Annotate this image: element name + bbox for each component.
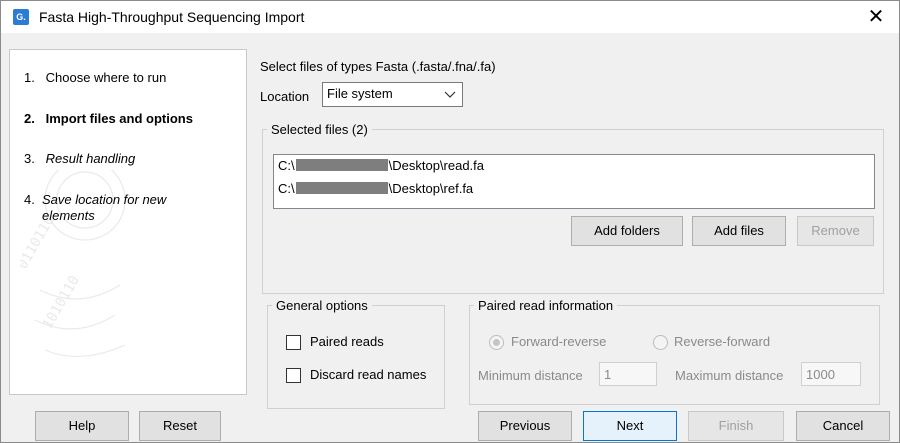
main-panel: Select files of types Fasta (.fasta/.fna… — [253, 49, 893, 409]
step-import-files-and-options: 2. Import files and options — [24, 111, 193, 126]
add-folders-button[interactable]: Add folders — [571, 216, 683, 246]
app-logo-icon: G. — [13, 9, 29, 25]
chevron-down-icon — [444, 86, 456, 105]
paired-read-information-legend: Paired read information — [478, 298, 614, 313]
redacted-text — [295, 182, 388, 194]
list-item[interactable]: C:\ \Desktop\read.fa — [278, 158, 484, 173]
dialog-footer: Help Reset Previous Next Finish Cancel — [1, 401, 899, 443]
close-icon: ✕ — [867, 6, 885, 28]
svg-text:1010110: 1010110 — [40, 273, 83, 332]
finish-button[interactable]: Finish — [688, 411, 784, 441]
step-label: Result handling — [45, 151, 136, 166]
selected-files-group: Selected files (2) C:\ \Desktop\read.fa C… — [262, 122, 884, 294]
minimum-distance-label: Minimum distance — [478, 368, 583, 383]
paired-reads-checkbox[interactable] — [286, 335, 301, 350]
step-number: 1. — [24, 70, 35, 85]
title-bar: G. Fasta High-Throughput Sequencing Impo… — [1, 1, 899, 33]
previous-button[interactable]: Previous — [478, 411, 572, 441]
help-button[interactable]: Help — [35, 411, 129, 441]
step-choose-where-to-run: 1. Choose where to run — [24, 70, 166, 85]
file-path-prefix: C:\ — [278, 158, 295, 173]
general-options-group: General options Paired reads Discard rea… — [267, 298, 445, 409]
selected-files-legend: Selected files (2) — [271, 122, 368, 137]
step-label: Choose where to run — [45, 70, 167, 85]
selected-files-list[interactable]: C:\ \Desktop\read.fa C:\ \Desktop\ref.fa — [273, 154, 875, 209]
step-result-handling: 3. Result handling — [24, 151, 135, 166]
file-path-suffix: \Desktop\read.fa — [388, 158, 485, 173]
step-number: 4. — [24, 192, 35, 207]
step-number: 3. — [24, 151, 35, 166]
reverse-forward-radio[interactable] — [653, 335, 668, 350]
paired-reads-label[interactable]: Paired reads — [310, 334, 384, 349]
location-value: File system — [327, 86, 393, 101]
reverse-forward-label[interactable]: Reverse-forward — [674, 334, 770, 349]
maximum-distance-input[interactable]: 1000 — [801, 362, 861, 386]
remove-button[interactable]: Remove — [797, 216, 874, 246]
next-button[interactable]: Next — [583, 411, 677, 441]
file-path-suffix: \Desktop\ref.fa — [388, 181, 474, 196]
import-dialog: G. Fasta High-Throughput Sequencing Impo… — [0, 0, 900, 443]
step-label: Import files and options — [45, 111, 193, 126]
step-number: 2. — [24, 111, 35, 126]
general-options-legend: General options — [276, 298, 368, 313]
minimum-distance-input[interactable]: 1 — [599, 362, 657, 386]
maximum-distance-label: Maximum distance — [675, 368, 784, 383]
redacted-text — [295, 159, 388, 171]
step-save-location: 4. Save location for new elements — [24, 192, 214, 224]
forward-reverse-label[interactable]: Forward-reverse — [511, 334, 606, 349]
location-select[interactable]: File system — [322, 82, 463, 107]
step-label: Save location for new elements — [42, 192, 167, 223]
window-title: Fasta High-Throughput Sequencing Import — [39, 9, 305, 25]
discard-read-names-label[interactable]: Discard read names — [310, 367, 426, 382]
paired-read-information-group: Paired read information Forward-reverse … — [469, 298, 880, 405]
location-label: Location — [260, 89, 310, 104]
forward-reverse-radio[interactable] — [489, 335, 504, 350]
cancel-button[interactable]: Cancel — [796, 411, 890, 441]
reset-button[interactable]: Reset — [139, 411, 221, 441]
list-item[interactable]: C:\ \Desktop\ref.fa — [278, 181, 473, 196]
add-files-button[interactable]: Add files — [692, 216, 786, 246]
discard-read-names-checkbox[interactable] — [286, 368, 301, 383]
file-path-prefix: C:\ — [278, 181, 295, 196]
wizard-steps-panel: 0110110 1010110 1. Choose where to run 2… — [9, 49, 247, 395]
close-button[interactable]: ✕ — [853, 1, 899, 33]
file-types-label: Select files of types Fasta (.fasta/.fna… — [260, 59, 496, 74]
